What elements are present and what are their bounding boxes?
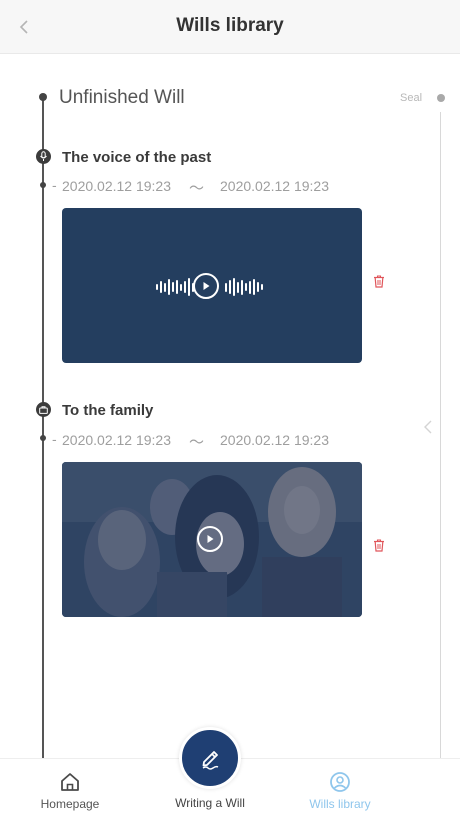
trash-icon[interactable]	[373, 275, 385, 288]
video-card[interactable]	[62, 462, 362, 617]
timeline-line	[42, 98, 44, 758]
home-icon	[61, 773, 79, 791]
audio-card[interactable]	[62, 208, 362, 363]
seal-dot	[437, 94, 445, 102]
header-bar: Wills library	[0, 0, 460, 54]
date-end: 2020.02.12 19:23	[220, 178, 329, 194]
timeline-dot	[40, 435, 46, 441]
date-prefix: -	[52, 431, 57, 447]
tab-homepage[interactable]: Homepage	[10, 759, 130, 818]
chevron-left-icon[interactable]	[420, 418, 436, 436]
timeline-dot	[40, 182, 46, 188]
play-button[interactable]	[197, 526, 223, 552]
audio-waveform-icon	[156, 278, 194, 296]
play-icon	[207, 535, 214, 543]
briefcase-icon	[36, 402, 51, 417]
timeline-dot	[39, 93, 47, 101]
play-icon	[203, 282, 210, 290]
seal-track-line	[440, 112, 441, 758]
date-start: 2020.02.12 19:23	[62, 178, 171, 194]
play-button[interactable]	[193, 273, 219, 299]
tab-wills-library[interactable]: Wills library	[280, 759, 400, 818]
date-separator: ～	[189, 180, 205, 197]
seal-label: Seal	[400, 92, 423, 104]
entry-title[interactable]: To the family	[62, 402, 153, 419]
date-separator: ～	[189, 434, 205, 451]
audio-waveform-icon	[225, 278, 263, 296]
user-circle-icon	[330, 772, 350, 792]
tab-label: Writing a Will	[175, 796, 245, 810]
microphone-icon	[36, 149, 51, 164]
section-title: Unfinished Will	[59, 87, 185, 108]
page-title: Wills library	[176, 15, 284, 36]
date-prefix: -	[52, 177, 57, 193]
tab-label: Wills library	[309, 797, 371, 811]
entry-title[interactable]: The voice of the past	[62, 149, 211, 166]
pen-signature-icon	[202, 751, 219, 770]
trash-icon[interactable]	[373, 539, 385, 552]
date-end: 2020.02.12 19:23	[220, 432, 329, 448]
tab-label: Homepage	[40, 797, 100, 811]
screen: Wills library Unfinished Will Seal The v…	[0, 0, 460, 818]
writing-a-will-button[interactable]	[179, 727, 241, 789]
date-start: 2020.02.12 19:23	[62, 432, 171, 448]
